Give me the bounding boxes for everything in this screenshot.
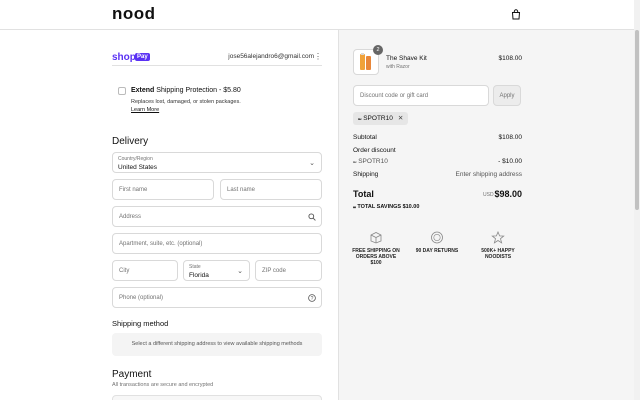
learn-more-link[interactable]: Learn More [131,107,159,113]
zip-code-field[interactable]: ZIP code [255,260,322,281]
chevron-down-icon: ⌄ [237,268,243,275]
address-field[interactable]: Address [112,206,322,227]
perk-label: 90 DAY RETURNS [415,248,459,254]
order-discount-label: Order discount [353,147,396,154]
first-name-field[interactable]: First name [112,179,214,200]
shipping-protection-description: Replaces lost, damaged, or stolen packag… [131,99,241,105]
order-discount-value: - $10.00 [498,158,522,165]
scrollbar-thumb[interactable] [635,30,639,210]
svg-text:?: ? [311,296,314,302]
shopping-bag-icon[interactable] [511,9,521,20]
perk-returns: 90 DAY RETURNS [412,231,462,254]
country-select[interactable]: Country/Region United States ⌄ [112,152,322,173]
last-name-placeholder: Last name [227,187,256,193]
state-label: State [189,264,201,270]
city-placeholder: City [119,268,130,274]
payment-subtext: All transactions are secure and encrypte… [112,382,214,388]
total-label: Total [353,189,374,199]
remove-discount-icon[interactable]: ✕ [398,115,403,122]
total-savings-row: ⧢ TOTAL SAVINGS $10.00 [353,204,419,211]
perk-free-shipping: FREE SHIPPING ON ORDERS ABOVE $100 [351,231,401,266]
subtotal-label: Subtotal [353,134,377,141]
help-icon[interactable]: ? [308,294,316,302]
search-icon [308,213,316,221]
shipping-protection-checkbox[interactable] [118,87,126,95]
shipping-protection-price: - $5.80 [218,87,241,94]
discount-code-placeholder: Discount code or gift card [360,93,429,99]
last-name-field[interactable]: Last name [220,179,322,200]
country-value: United States [118,164,158,171]
delivery-heading: Delivery [112,136,149,147]
subtotal-value: $108.00 [498,134,523,141]
apply-discount-button[interactable]: Apply [493,85,521,106]
quantity-badge: 2 [373,45,383,55]
applied-discount-chip: ⧢ SPOTR10 ✕ [353,112,409,125]
chevron-down-icon: ⌄ [309,160,315,167]
total-value: $98.00 [494,189,522,199]
shipping-protection-title: Extend Shipping Protection - $5.80 [131,87,241,94]
phone-field[interactable]: Phone (optional) ? [112,287,322,308]
shipping-method-message: Select a different shipping address to v… [131,341,303,347]
product-price: $108.00 [498,55,523,62]
extend-brand: Extend [131,87,155,94]
state-select[interactable]: State Florida ⌄ [183,260,250,281]
shipping-method-notice: Select a different shipping address to v… [112,333,322,356]
shop-pay-account-row: shop Pay jose56alejandro6@gmail.com ⋮ [112,52,322,66]
total-savings-label: TOTAL SAVINGS [357,204,402,210]
kebab-menu-icon[interactable]: ⋮ [314,52,322,61]
payment-methods-box[interactable] [112,395,322,400]
product-name: The Shave Kit [386,55,427,62]
product-variant: with Razor [386,64,410,70]
tag-icon: ⧢ [358,115,362,122]
payment-heading: Payment [112,369,152,380]
brand-logo[interactable]: nood [112,4,156,24]
account-email: jose56alejandro6@gmail.com [228,53,314,60]
total-savings-value: $10.00 [402,204,420,210]
perk-label: FREE SHIPPING ON ORDERS ABOVE $100 [352,248,400,266]
first-name-placeholder: First name [119,187,148,193]
apartment-field[interactable]: Apartment, suite, etc. (optional) [112,233,322,254]
zip-code-placeholder: ZIP code [262,268,286,274]
order-discount-code: SPOTR10 [358,158,388,165]
star-icon [491,231,505,244]
perk-happy-customers: 500K+ HAPPY NOODISTS [473,231,523,260]
badge-icon [431,231,443,244]
apartment-placeholder: Apartment, suite, etc. (optional) [119,241,203,247]
discount-code-input[interactable]: Discount code or gift card [353,85,489,106]
address-placeholder: Address [119,214,142,220]
shipping-label: Shipping [353,171,379,178]
shipping-protection-label: Shipping Protection [156,87,218,94]
shop-pay-logo: shop [112,52,136,63]
tag-icon: ⧢ [353,158,357,165]
order-discount-code-row: ⧢ SPOTR10 [353,158,388,166]
phone-placeholder: Phone (optional) [119,295,164,301]
box-icon [370,232,382,244]
shop-pay-badge: Pay [135,53,150,61]
state-value: Florida [189,272,209,279]
shipping-value: Enter shipping address [455,171,523,178]
applied-discount-code: SPOTR10 [363,115,393,122]
total-currency: USD [483,192,494,198]
country-label: Country/Region [118,156,153,162]
shipping-protection-offer: Extend Shipping Protection - $5.80 Repla… [118,86,318,118]
shipping-method-heading: Shipping method [112,319,169,328]
city-field[interactable]: City [112,260,178,281]
header: nood [0,0,640,30]
tag-icon: ⧢ [353,204,356,210]
perk-label: 500K+ HAPPY NOODISTS [481,248,515,260]
